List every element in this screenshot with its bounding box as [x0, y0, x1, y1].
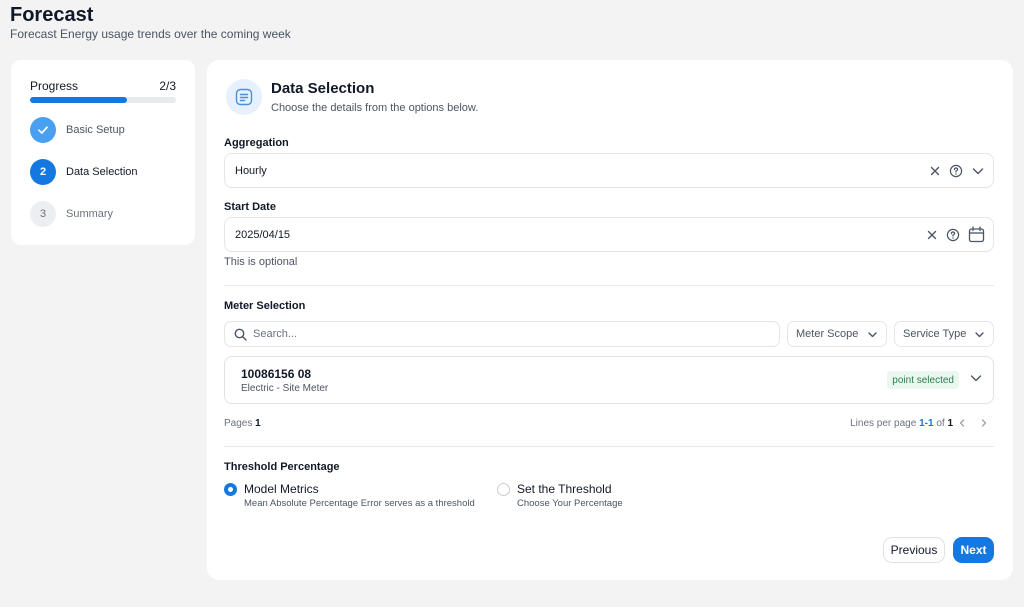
threshold-label: Threshold Percentage	[224, 461, 340, 473]
progress-header: Progress 2/3	[30, 79, 176, 93]
help-icon[interactable]	[949, 164, 963, 178]
step-number: 3	[30, 201, 56, 227]
status-badge: point selected	[887, 371, 959, 389]
list-document-icon	[226, 79, 262, 115]
help-icon[interactable]	[946, 228, 960, 242]
chevron-down-icon	[974, 329, 985, 340]
previous-button[interactable]: Previous	[883, 537, 945, 563]
radio-title: Set the Threshold	[517, 482, 612, 496]
start-date-field[interactable]: 2025/04/15	[224, 217, 994, 252]
meter-selection-label: Meter Selection	[224, 300, 306, 312]
next-button[interactable]: Next	[953, 537, 994, 563]
lines-label: Lines per page	[850, 418, 917, 429]
page-title: Forecast	[10, 4, 94, 26]
start-date-label: Start Date	[224, 201, 276, 213]
pages-value: 1	[255, 418, 261, 429]
progress-count: 2/3	[159, 79, 176, 93]
meter-row[interactable]: 10086156 08 Electric - Site Meter point …	[224, 356, 994, 404]
aggregation-value: Hourly	[235, 164, 267, 177]
step-summary[interactable]: 3 Summary	[30, 201, 113, 227]
chevron-down-icon[interactable]	[971, 164, 985, 178]
radio-button[interactable]	[224, 483, 237, 496]
data-selection-card: Data Selection Choose the details from t…	[207, 60, 1013, 580]
pages-label: Pages	[224, 418, 253, 429]
search-input[interactable]	[253, 328, 733, 340]
dropdown-label: Service Type	[903, 328, 967, 340]
divider	[224, 446, 994, 447]
radio-model-metrics[interactable]: Model Metrics Mean Absolute Percentage E…	[224, 482, 475, 509]
radio-set-threshold[interactable]: Set the Threshold Choose Your Percentage	[497, 482, 623, 509]
search-icon	[234, 328, 247, 341]
calendar-icon[interactable]	[968, 226, 985, 243]
page-subtitle: Forecast Energy usage trends over the co…	[10, 27, 291, 41]
section-subtitle: Choose the details from the options belo…	[271, 102, 479, 114]
progress-bar	[30, 97, 176, 103]
step-label: Summary	[66, 208, 114, 220]
section-title: Data Selection	[271, 80, 375, 97]
step-label: Data Selection	[66, 166, 138, 178]
lines-per-page: Lines per page 1-1 of 1	[850, 418, 953, 429]
meter-id: 10086156 08	[241, 367, 312, 381]
step-basic-setup[interactable]: Basic Setup	[30, 117, 125, 143]
chevron-down-icon[interactable]	[969, 371, 983, 385]
check-icon	[30, 117, 56, 143]
start-date-hint: This is optional	[224, 256, 298, 268]
clear-icon[interactable]	[926, 229, 938, 241]
divider	[224, 285, 994, 286]
step-label: Basic Setup	[66, 124, 125, 136]
radio-description: Mean Absolute Percentage Error serves as…	[244, 498, 475, 509]
aggregation-select[interactable]: Hourly	[224, 153, 994, 188]
meter-description: Electric - Site Meter	[241, 383, 329, 394]
progress-label: Progress	[30, 79, 79, 93]
progress-card: Progress 2/3 Basic Setup 2 Data Selectio…	[11, 60, 195, 245]
dropdown-label: Meter Scope	[796, 328, 859, 340]
progress-bar-fill	[30, 97, 128, 103]
chevron-down-icon	[867, 329, 878, 340]
lines-total: 1	[947, 418, 953, 429]
step-number: 2	[30, 159, 56, 185]
aggregation-label: Aggregation	[224, 137, 289, 149]
radio-title: Model Metrics	[244, 482, 319, 496]
meter-scope-dropdown[interactable]: Meter Scope	[787, 321, 887, 347]
step-data-selection[interactable]: 2 Data Selection	[30, 159, 138, 185]
radio-description: Choose Your Percentage	[517, 498, 623, 509]
start-date-value: 2025/04/15	[235, 228, 291, 241]
meter-search[interactable]	[224, 321, 780, 347]
pages-indicator: Pages 1	[224, 418, 261, 429]
radio-button[interactable]	[497, 483, 510, 496]
of-label: of	[936, 418, 945, 429]
lines-range: 1-1	[919, 418, 934, 429]
service-type-dropdown[interactable]: Service Type	[894, 321, 994, 347]
chevron-left-icon[interactable]	[955, 416, 969, 430]
chevron-right-icon[interactable]	[977, 416, 991, 430]
clear-icon[interactable]	[929, 165, 941, 177]
